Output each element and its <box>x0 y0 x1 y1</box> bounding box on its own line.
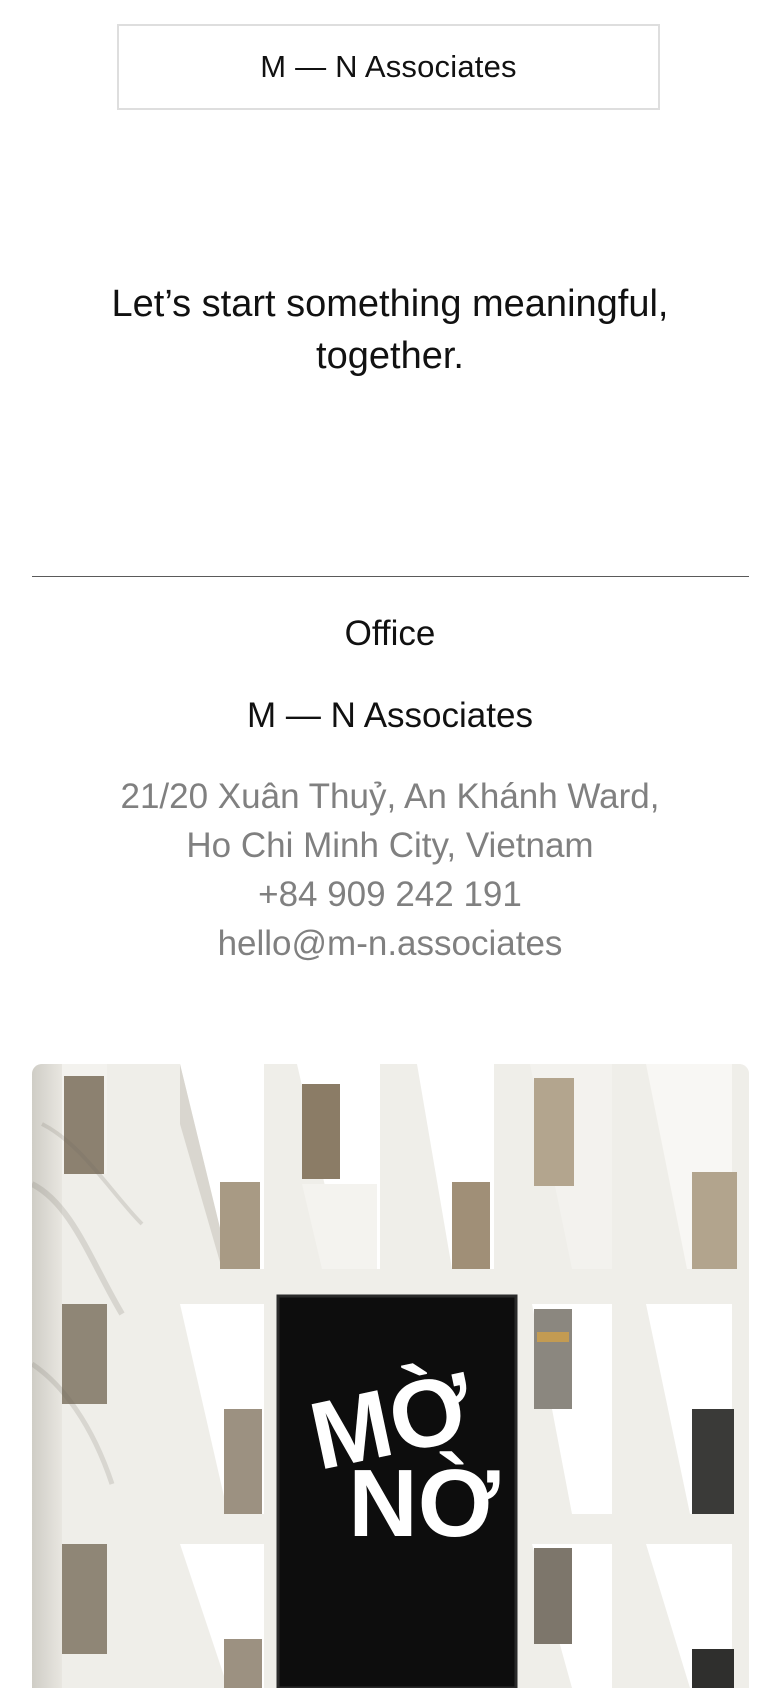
breeze-block-wall-image: MỜ NỜ <box>32 1064 749 1688</box>
headline: Let’s start something meaningful, togeth… <box>111 283 669 377</box>
office-company-name: M — N Associates <box>247 696 533 735</box>
email-link[interactable]: hello@m-n.associates <box>0 919 780 968</box>
sign-text-line-2: NỜ <box>348 1450 499 1557</box>
contact-page: M — N Associates Let’s start something m… <box>0 0 780 1688</box>
office-heading: Office <box>344 614 436 653</box>
brand-label: M — N Associates <box>260 49 517 84</box>
divider <box>32 576 749 577</box>
phone-link[interactable]: +84 909 242 191 <box>0 870 780 919</box>
address-line-2: Ho Chi Minh City, Vietnam <box>186 826 594 865</box>
address-line-1: 21/20 Xuân Thuỷ, An Khánh Ward, <box>120 777 660 816</box>
sign-panel: MỜ NỜ <box>276 1294 518 1688</box>
office-photo: MỜ NỜ <box>32 1064 749 1688</box>
office-contact-details: 21/20 Xuân Thuỷ, An Khánh Ward, Ho Chi M… <box>0 772 780 968</box>
brand-button[interactable]: M — N Associates <box>117 24 660 110</box>
